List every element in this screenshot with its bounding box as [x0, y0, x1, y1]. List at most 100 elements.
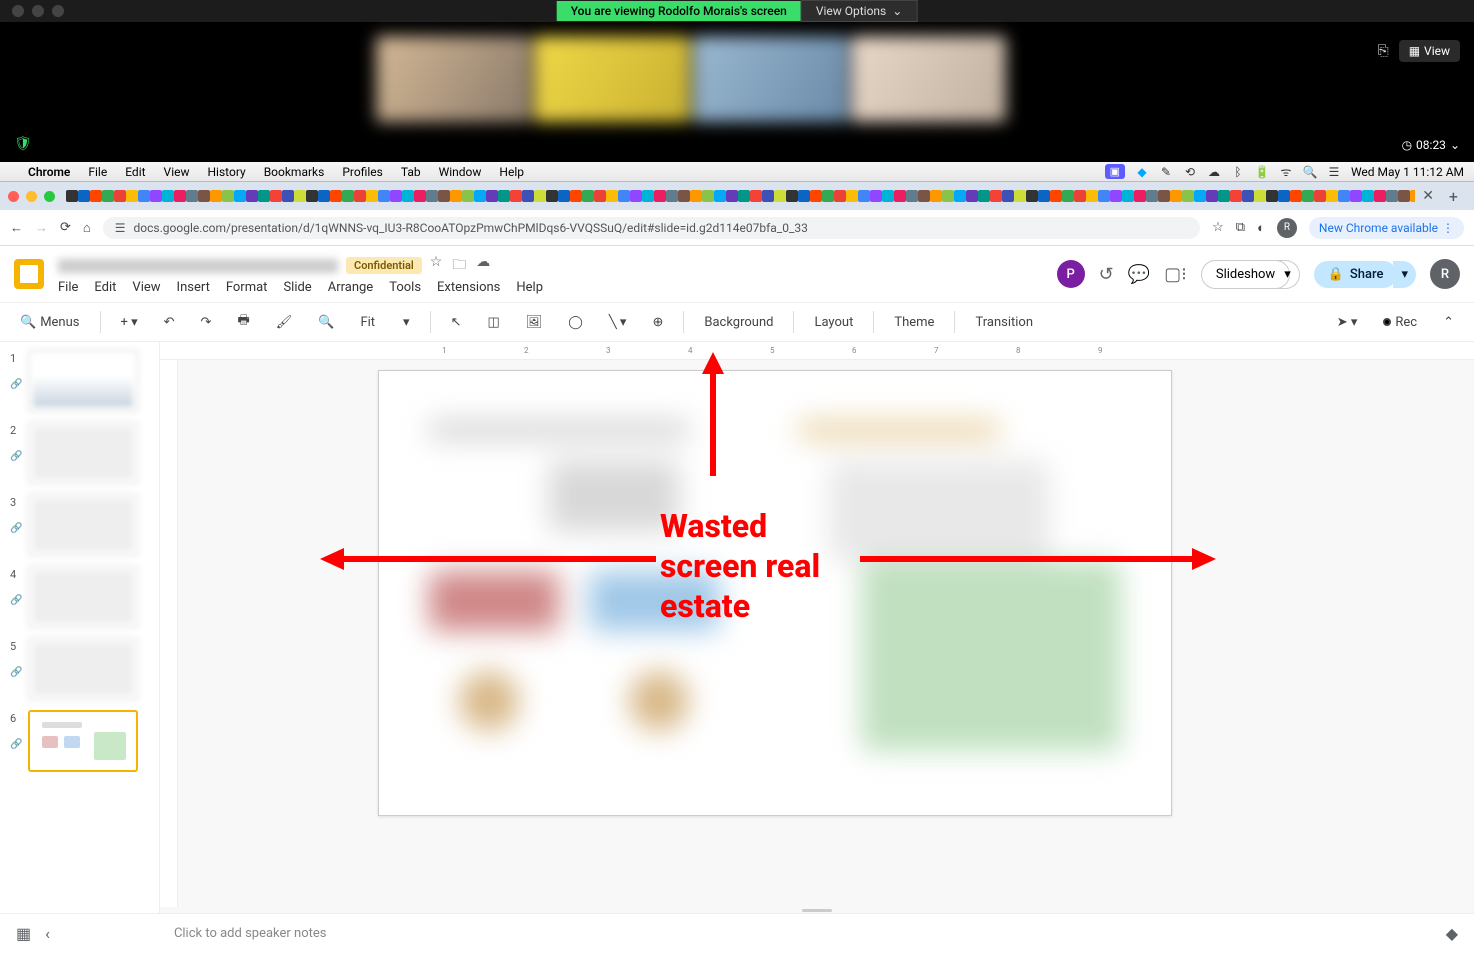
menu-item[interactable]: Help [499, 165, 524, 179]
slides-logo-icon[interactable] [14, 259, 44, 289]
tab-favicons-strip[interactable]: /*placeholder*/ [66, 190, 1415, 202]
chrome-update-button[interactable]: New Chrome available ⋮ [1309, 217, 1464, 239]
speaker-notes-input[interactable]: Click to add speaker notes [64, 926, 1432, 941]
tab-favicon[interactable] [918, 190, 930, 202]
bluetooth-icon[interactable]: ᛒ [1231, 165, 1245, 179]
tab-favicon[interactable] [1170, 190, 1182, 202]
control-center-icon[interactable]: ☰ [1327, 165, 1341, 179]
line-icon[interactable]: ╲ ▾ [603, 311, 633, 334]
extension-icon[interactable]: ◐ [1257, 220, 1265, 236]
tab-favicon[interactable] [258, 190, 270, 202]
slide-thumbnail-active[interactable]: 6🔗 [10, 710, 149, 772]
tab-favicon[interactable] [702, 190, 714, 202]
undo-icon[interactable]: ↶ [158, 311, 181, 334]
tab-favicon[interactable] [438, 190, 450, 202]
tab-favicon[interactable] [1230, 190, 1242, 202]
tab-favicon[interactable] [834, 190, 846, 202]
new-slide-button[interactable]: + ▾ [115, 311, 144, 334]
tab-favicon[interactable] [174, 190, 186, 202]
tab-favicon[interactable] [1038, 190, 1050, 202]
rec-button[interactable]: Rec [1377, 311, 1423, 334]
user-avatar[interactable]: R [1430, 259, 1460, 289]
menu-item[interactable]: Arrange [328, 280, 373, 295]
menu-item[interactable]: File [88, 165, 107, 179]
menu-item[interactable]: Edit [94, 280, 116, 295]
tab-favicon[interactable] [1338, 190, 1350, 202]
tab-favicon[interactable] [894, 190, 906, 202]
tab-favicon[interactable] [786, 190, 798, 202]
tab-favicon[interactable] [294, 190, 306, 202]
notes-resize-handle[interactable] [160, 907, 1474, 913]
tab-favicon[interactable] [666, 190, 678, 202]
redo-icon[interactable]: ↷ [195, 311, 218, 334]
tab-favicon[interactable] [678, 190, 690, 202]
tab-favicon[interactable] [1158, 190, 1170, 202]
meet-icon[interactable]: ▢⁝ [1164, 264, 1187, 285]
tab-favicon[interactable] [390, 190, 402, 202]
menu-item[interactable]: Bookmarks [264, 165, 325, 179]
textbox-icon[interactable]: ◫ [481, 311, 505, 334]
star-icon[interactable]: ☆ [430, 254, 443, 278]
layout-button[interactable]: Layout [808, 311, 859, 334]
tab-favicon[interactable] [1110, 190, 1122, 202]
tab-favicon[interactable] [90, 190, 102, 202]
comment-icon[interactable]: ⊕ [646, 311, 669, 334]
tab-favicon[interactable] [1362, 190, 1374, 202]
print-icon[interactable]: 🖶 [231, 307, 255, 337]
tab-favicon[interactable] [522, 190, 534, 202]
tab-favicon[interactable] [222, 190, 234, 202]
tab-favicon[interactable] [1242, 190, 1254, 202]
menu-item[interactable]: File [58, 280, 78, 295]
tab-favicon[interactable] [618, 190, 630, 202]
tab-favicon[interactable] [954, 190, 966, 202]
status-icon[interactable]: ✎ [1159, 165, 1173, 179]
tab-favicon[interactable] [1266, 190, 1278, 202]
tab-favicon[interactable] [1218, 190, 1230, 202]
menu-item[interactable]: Profiles [342, 165, 383, 179]
tab-favicon[interactable] [210, 190, 222, 202]
menu-item[interactable]: Extensions [437, 280, 500, 295]
menu-item[interactable]: Help [516, 280, 543, 295]
screen-record-icon[interactable]: ▣ [1105, 164, 1125, 179]
tab-favicon[interactable] [366, 190, 378, 202]
tab-favicon[interactable] [558, 190, 570, 202]
menu-item[interactable]: Format [226, 280, 268, 295]
tab-favicon[interactable] [426, 190, 438, 202]
tab-favicon[interactable] [1014, 190, 1026, 202]
tab-favicon[interactable] [378, 190, 390, 202]
slide-thumbnail[interactable]: 5🔗 [10, 638, 149, 700]
tab-favicon[interactable] [234, 190, 246, 202]
url-field[interactable]: ☰ docs.google.com/presentation/d/1qWNNS-… [103, 217, 1200, 239]
image-icon[interactable]: 🖼 [520, 311, 549, 334]
forward-icon[interactable]: → [35, 220, 48, 236]
zoom-icon[interactable]: 🔍 [312, 311, 340, 334]
tab-favicon[interactable] [198, 190, 210, 202]
tab-favicon[interactable] [978, 190, 990, 202]
tab-favicon[interactable] [318, 190, 330, 202]
tab-favicon[interactable] [1386, 190, 1398, 202]
tab-favicon[interactable] [570, 190, 582, 202]
zoom-view-button[interactable]: ▦ View [1399, 40, 1460, 62]
tab-favicon[interactable] [1074, 190, 1086, 202]
tab-favicon[interactable] [510, 190, 522, 202]
tab-favicon[interactable] [726, 190, 738, 202]
tab-favicon[interactable] [870, 190, 882, 202]
tab-favicon[interactable] [1350, 190, 1362, 202]
slide-thumbnail[interactable]: 2🔗 [10, 422, 149, 484]
tab-favicon[interactable] [462, 190, 474, 202]
back-icon[interactable]: ← [10, 220, 23, 236]
tab-favicon[interactable] [810, 190, 822, 202]
close-dot-icon[interactable] [8, 191, 19, 202]
tab-favicon[interactable] [486, 190, 498, 202]
site-settings-icon[interactable]: ☰ [115, 221, 126, 235]
search-menus-button[interactable]: 🔍 Menus [14, 311, 86, 334]
tab-favicon[interactable] [66, 190, 78, 202]
tab-favicon[interactable] [1122, 190, 1134, 202]
tab-favicon[interactable] [1062, 190, 1074, 202]
tab-favicon[interactable] [114, 190, 126, 202]
search-icon[interactable]: 🔍 [1303, 165, 1317, 179]
tab-favicon[interactable] [582, 190, 594, 202]
home-icon[interactable]: ⌂ [83, 220, 91, 236]
app-name[interactable]: Chrome [28, 165, 70, 179]
tab-favicon[interactable] [906, 190, 918, 202]
